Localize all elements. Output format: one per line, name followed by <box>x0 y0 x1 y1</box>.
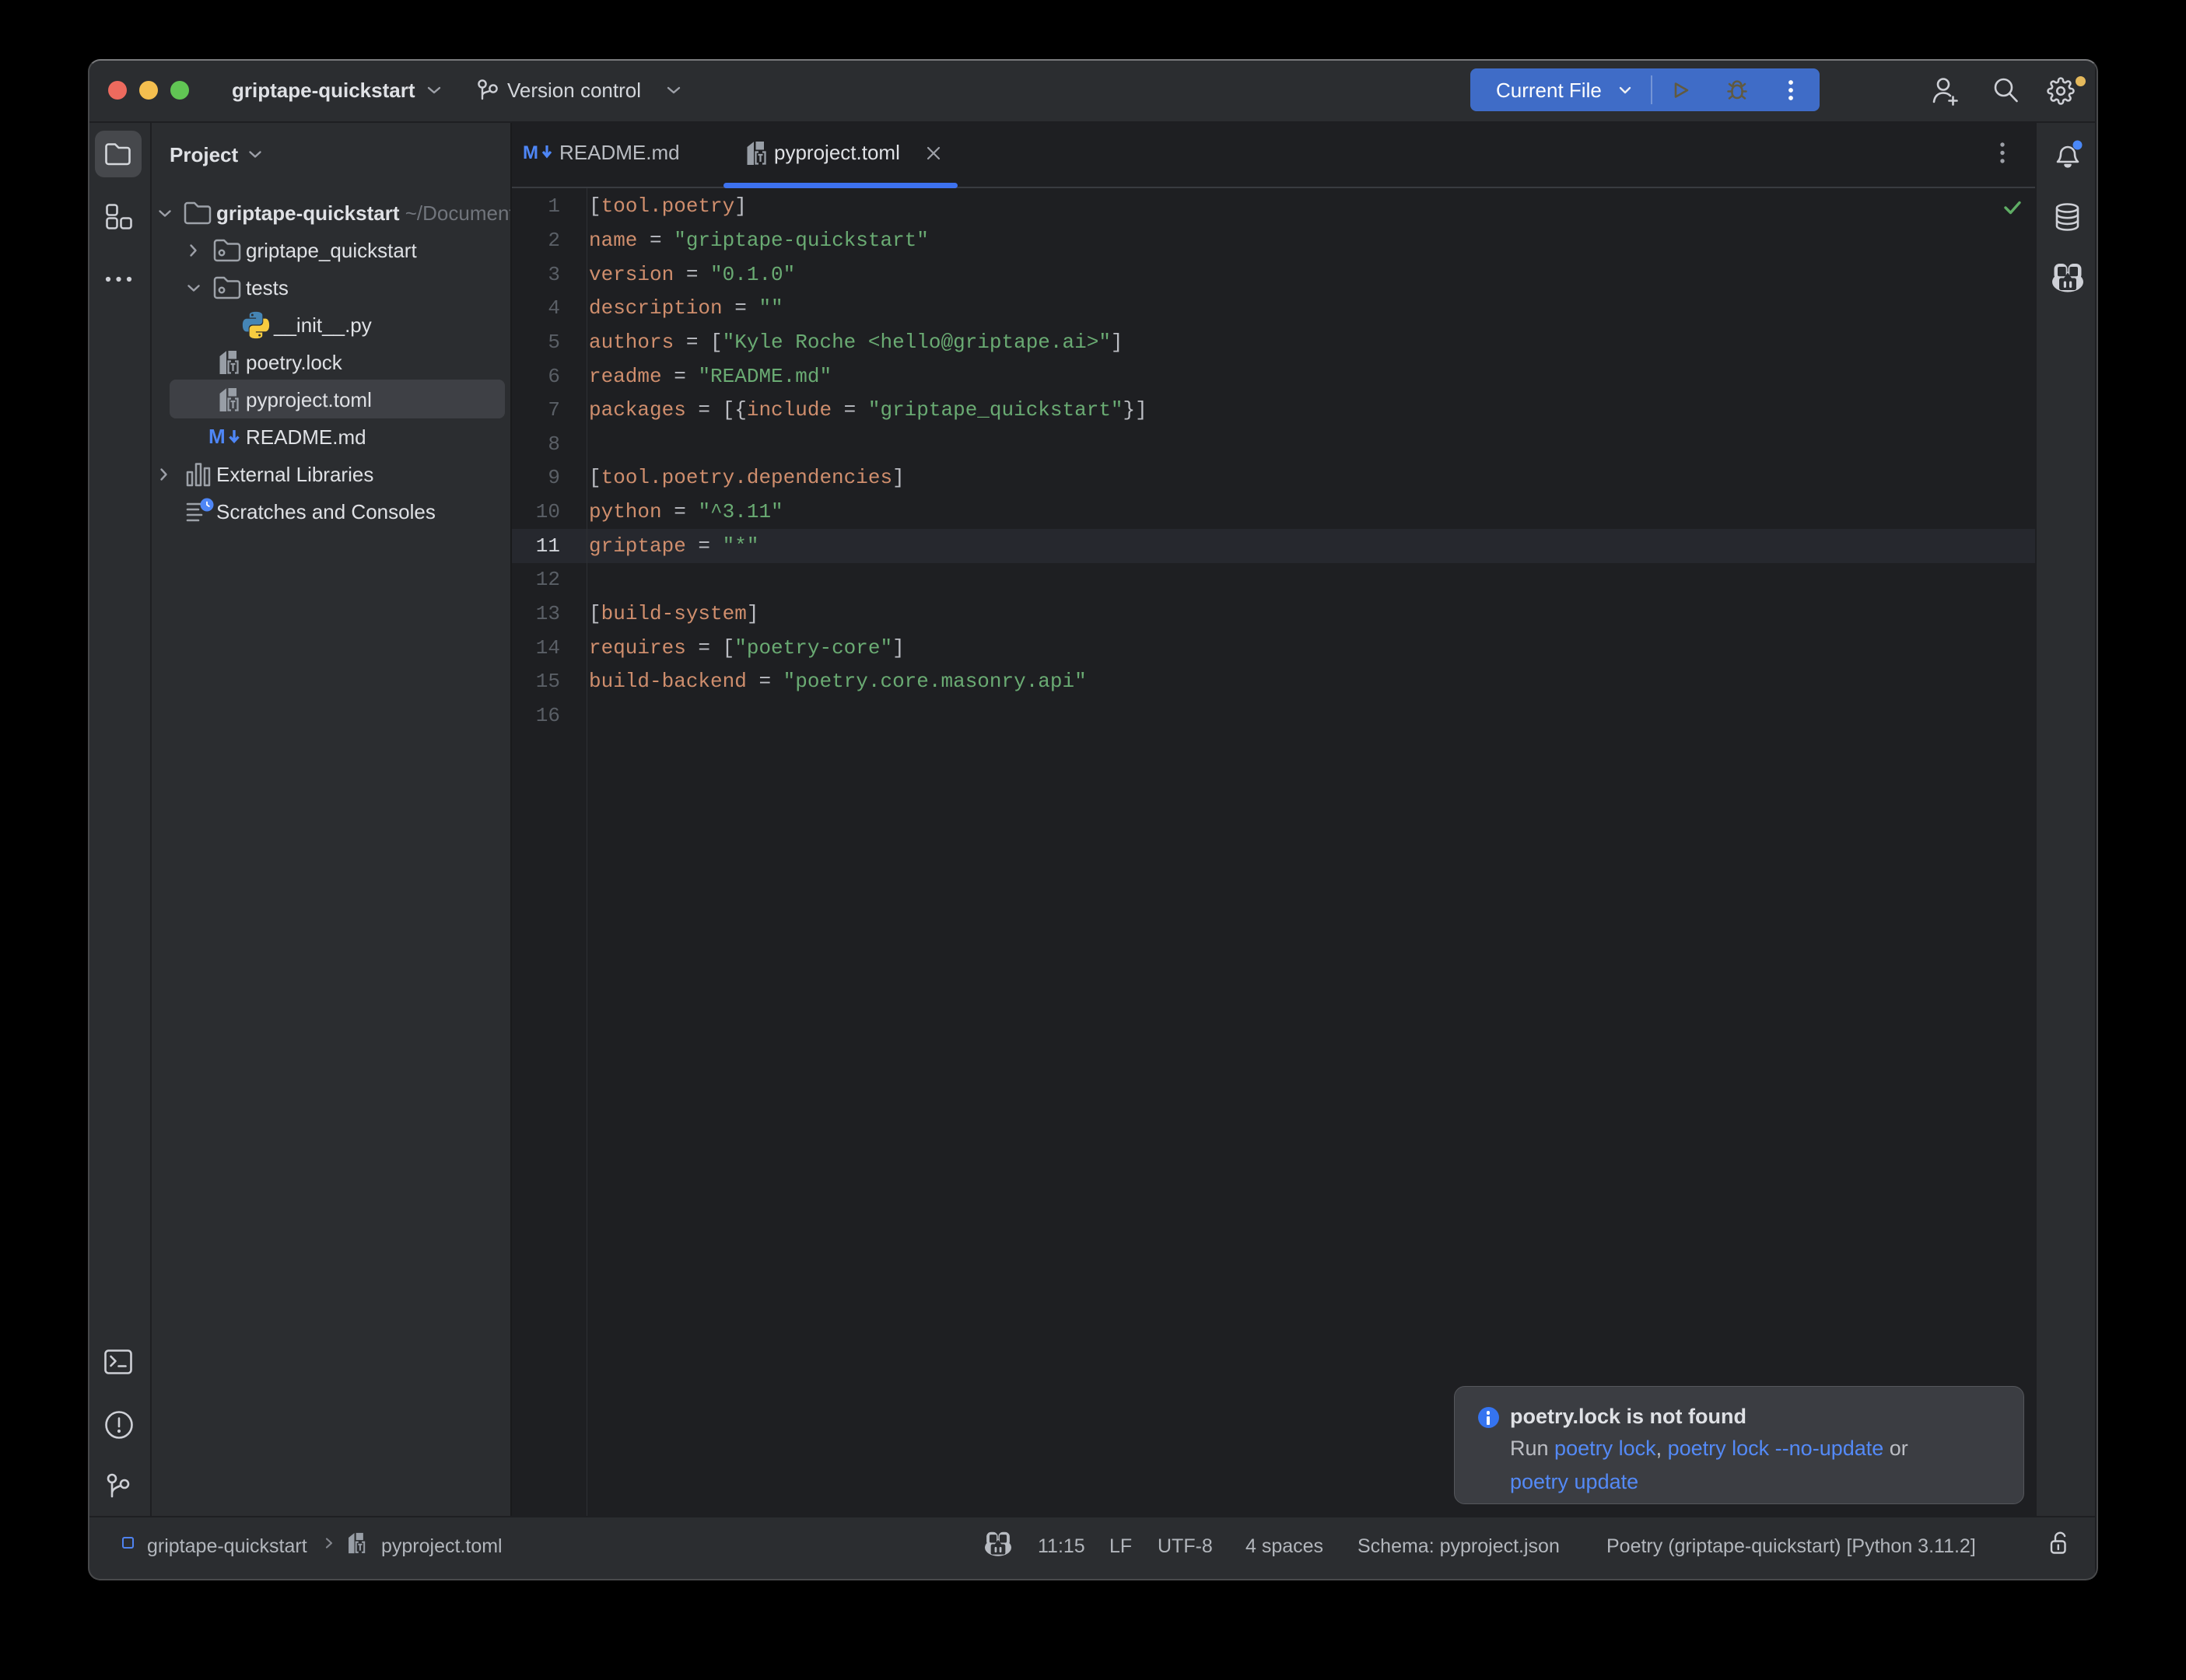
svg-text:M: M <box>523 142 538 163</box>
svg-text:M: M <box>208 426 226 448</box>
